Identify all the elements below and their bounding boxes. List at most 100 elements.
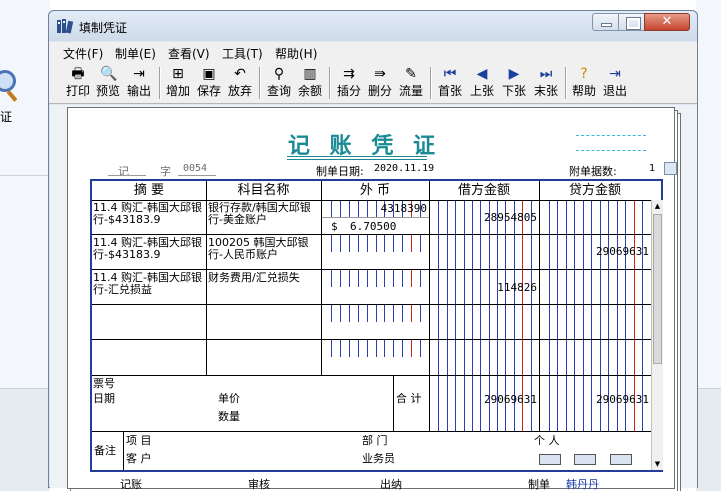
- foreign-sub-divider: [322, 217, 429, 218]
- save-button[interactable]: ▣ 保存: [194, 65, 224, 101]
- row3-account[interactable]: 财务费用/汇兑损失: [208, 272, 320, 302]
- add-button[interactable]: ⊞ 增加: [163, 65, 193, 101]
- voucher-date[interactable]: 2020.11.19: [374, 163, 434, 174]
- date-row-label: 日期: [93, 393, 115, 405]
- grid-scrollbar[interactable]: ▲ ▼: [651, 200, 663, 470]
- background-band: [0, 388, 50, 491]
- row1-currency-symbol: $: [331, 220, 338, 233]
- row-divider: [92, 304, 651, 305]
- menu-tools[interactable]: 工具(T): [222, 45, 263, 62]
- menu-help[interactable]: 帮助(H): [275, 45, 317, 62]
- magnifier-handle: [6, 90, 18, 102]
- col-debit: 借方金额: [457, 183, 510, 198]
- discard-button[interactable]: ↶ 放弃: [225, 65, 255, 101]
- title-underline: [287, 156, 427, 157]
- background-band-right: [696, 388, 721, 491]
- attach-label: 附单据数:: [569, 165, 617, 178]
- col-credit: 贷方金额: [568, 183, 621, 198]
- voucher-window: 填制凭证 ✕ 文件(F) 制单(E) 查看(V) 工具(T) 帮助(H) 🖶 打印…: [48, 10, 698, 491]
- row-divider: [92, 234, 651, 235]
- remark-label: 备注: [94, 445, 116, 457]
- dashed-line: [576, 150, 646, 151]
- row1-foreign-amount[interactable]: 4318390: [324, 202, 427, 215]
- type-underline: [108, 175, 146, 176]
- date-label: 制单日期:: [316, 165, 364, 178]
- next-page-icon: ▶: [508, 66, 520, 82]
- customer-label: 客 户: [126, 453, 152, 465]
- attach-count[interactable]: 1: [649, 163, 655, 174]
- magnifier-icon: [0, 70, 16, 92]
- maximize-button[interactable]: [618, 13, 645, 31]
- help-button[interactable]: ? 帮助: [569, 65, 599, 101]
- number-underline: [178, 175, 216, 176]
- row3-summary[interactable]: 11.4 购汇-韩国大邱银行-汇兑损益: [93, 272, 205, 302]
- menu-view[interactable]: 查看(V): [168, 45, 210, 62]
- books-icon: [57, 19, 74, 34]
- total-credit: 29069631: [596, 393, 649, 406]
- balance-button[interactable]: ▥ 余额: [295, 65, 325, 101]
- toolbar-separator: [159, 67, 161, 99]
- first-page-icon: ⏮: [443, 66, 457, 82]
- exit-button[interactable]: ⇥ 退出: [600, 65, 630, 101]
- minimize-button[interactable]: [592, 13, 619, 31]
- delete-row-icon: ⇛: [374, 66, 386, 82]
- query-button[interactable]: ⚲ 查询: [264, 65, 294, 101]
- menu-file[interactable]: 文件(F): [63, 45, 103, 62]
- insert-row-icon: ⇉: [343, 66, 355, 82]
- last-button[interactable]: ⏭ 末张: [531, 65, 561, 101]
- maker-name: 韩丹丹: [566, 478, 599, 491]
- close-icon: ✕: [661, 14, 673, 29]
- card-icon[interactable]: [539, 454, 561, 465]
- quantity-label: 数量: [218, 411, 240, 423]
- menu-voucher[interactable]: 制单(E): [115, 45, 156, 62]
- row-divider: [92, 269, 651, 270]
- row3-debit[interactable]: 114826: [432, 281, 537, 294]
- preview-icon: 🔍: [100, 66, 118, 82]
- row1-exchange-rate[interactable]: 6.70500: [350, 220, 396, 233]
- toolbar-separator: [430, 67, 432, 99]
- project-label: 项 目: [126, 435, 152, 447]
- header-divider: [92, 200, 651, 201]
- attach-search-icon[interactable]: [664, 162, 677, 175]
- voucher-paper: 记 账 凭 证 记 字 0054 制单日期: 2020.11.19 附单据数: …: [67, 107, 677, 491]
- entry-grid: 摘 要 科目名称 外 币 借方金额 贷方金额 11.4 购汇-韩国大邱银行-$4…: [90, 179, 663, 472]
- insert-row-button[interactable]: ⇉ 插分: [334, 65, 364, 101]
- close-button[interactable]: ✕: [644, 13, 690, 31]
- maker-label: 制单: [528, 478, 550, 491]
- print-button[interactable]: 🖶 打印: [63, 65, 93, 101]
- prev-page-icon: ◀: [476, 66, 488, 82]
- scroll-up-icon[interactable]: ▲: [652, 200, 663, 212]
- total-debit: 29069631: [484, 393, 537, 406]
- row1-summary[interactable]: 11.4 购汇-韩国大邱银行-$43183.9: [93, 202, 205, 232]
- title-bar[interactable]: 填制凭证 ✕: [49, 11, 697, 41]
- cashflow-button[interactable]: ✎ 流量: [396, 65, 426, 101]
- total-divider: [92, 431, 651, 432]
- salesperson-label: 业务员: [362, 453, 395, 465]
- col-summary: 摘 要: [133, 183, 165, 198]
- next-button[interactable]: ▶ 下张: [499, 65, 529, 101]
- toolbar: 🖶 打印 🔍 预览 ⇥ 输出 ⊞ 增加 ▣ 保存 ↶ 放弃 ⚲ 查询 ▥ 余额 ⇉ 插分 ⇛ 删分 …: [49, 62, 697, 104]
- id-card-icon[interactable]: [574, 454, 596, 465]
- voucher-type[interactable]: 记: [118, 163, 129, 179]
- total-label: 合 计: [396, 393, 422, 405]
- search-card-icon[interactable]: [610, 454, 632, 465]
- delete-row-button[interactable]: ⇛ 删分: [365, 65, 395, 101]
- first-button[interactable]: ⏮ 首张: [435, 65, 465, 101]
- save-icon: ▣: [202, 66, 216, 82]
- dashed-line: [576, 135, 646, 136]
- scroll-thumb[interactable]: [653, 214, 662, 364]
- voucher-number[interactable]: 0054: [183, 163, 207, 174]
- row2-credit[interactable]: 29069631: [542, 245, 649, 258]
- row2-account[interactable]: 100205 韩国大邱银行-人民币账户: [208, 237, 320, 267]
- row2-summary[interactable]: 11.4 购汇-韩国大邱银行-$43183.9: [93, 237, 205, 267]
- window-title: 填制凭证: [79, 21, 128, 35]
- export-button[interactable]: ⇥ 输出: [124, 65, 154, 101]
- audit-label: 审核: [248, 478, 270, 491]
- binoculars-icon: ⚲: [273, 66, 285, 82]
- row1-debit[interactable]: 28954805: [432, 211, 537, 224]
- row1-account[interactable]: 银行存款/韩国大邱银行-美金账户: [208, 202, 320, 232]
- background-app-right: [696, 0, 721, 491]
- scroll-down-icon[interactable]: ▼: [652, 458, 663, 470]
- preview-button[interactable]: 🔍 预览: [93, 65, 123, 101]
- prev-button[interactable]: ◀ 上张: [467, 65, 497, 101]
